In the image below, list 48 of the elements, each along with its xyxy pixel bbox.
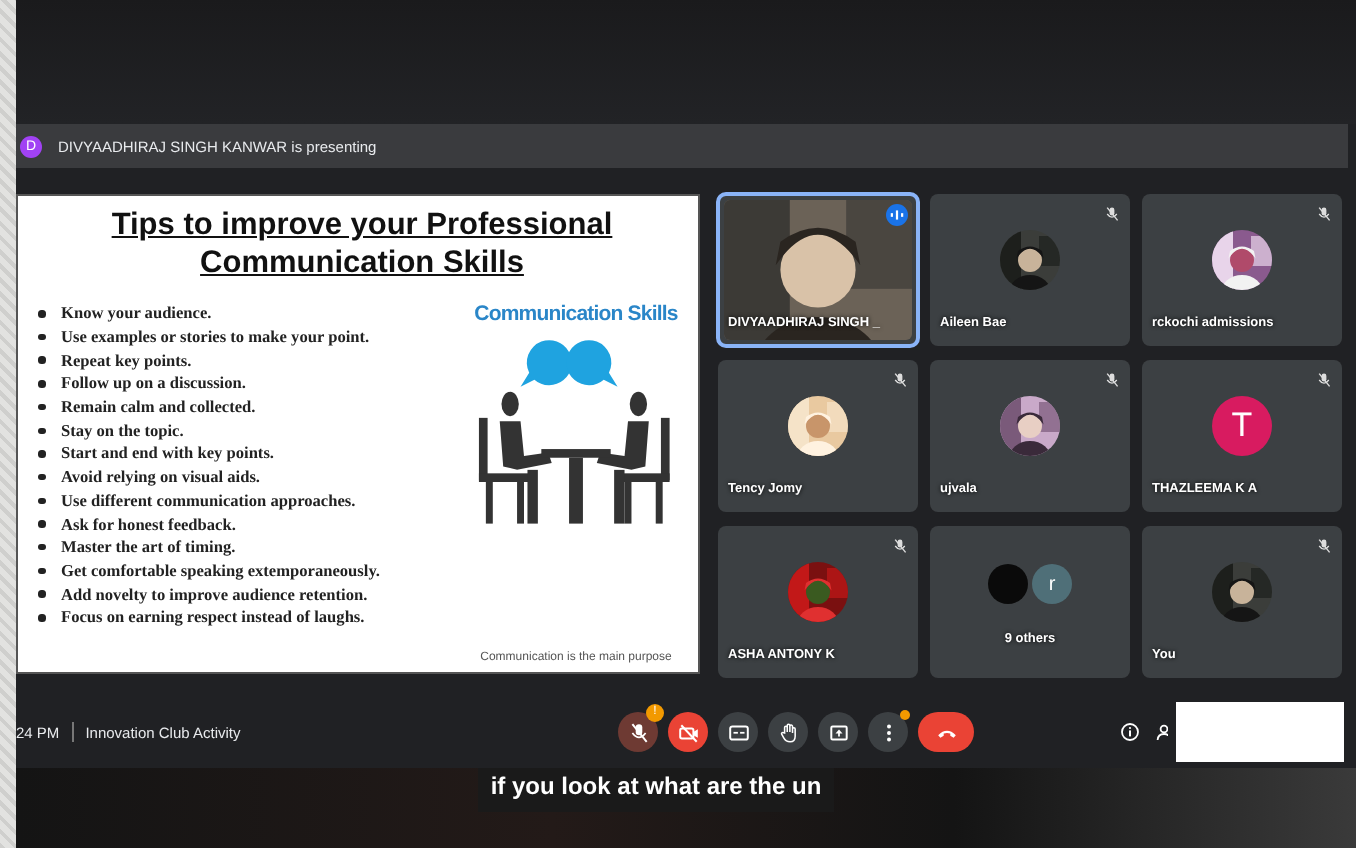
captions-icon: [727, 721, 749, 743]
tip-text: Avoid relying on visual aids.: [61, 468, 261, 487]
bullet-icon: [38, 473, 45, 481]
tip-text: Stay on the topic.: [61, 421, 184, 440]
tip-text: Start and end with key points.: [61, 444, 274, 463]
bullet-icon: [38, 380, 45, 388]
speaking-icon: [886, 204, 908, 226]
bullet-icon: [38, 497, 45, 505]
tip-text: Know your audience.: [61, 304, 212, 323]
raise-hand-button[interactable]: [768, 712, 808, 752]
avatar: T: [1212, 396, 1272, 456]
tip-text: Add novelty to improve audience retention.: [61, 585, 368, 604]
bullet-icon: [38, 403, 45, 411]
tip-text: Remain calm and collected.: [61, 398, 256, 417]
tip-text: Ask for honest feedback.: [61, 515, 236, 534]
bullet-icon: [38, 590, 45, 598]
tip-text: Use different communication approaches.: [61, 491, 356, 510]
avatar: r: [1032, 564, 1072, 604]
bullet-icon: [38, 543, 45, 551]
camera-icon: [677, 721, 699, 743]
bullet-icon: [38, 310, 45, 318]
hand-icon: [777, 721, 799, 743]
camera-button[interactable]: [668, 712, 708, 752]
tip-text: Repeat key points.: [61, 351, 192, 370]
present-button[interactable]: [818, 712, 858, 752]
tip-text: Focus on earning respect instead of laughs.: [61, 608, 365, 627]
graphic-title: Communication Skills: [474, 302, 678, 326]
bullet-icon: [38, 614, 45, 622]
info-icon[interactable]: [1120, 722, 1140, 742]
mic-icon: [627, 721, 649, 743]
tip-text: Use examples or stories to make your point.: [61, 328, 370, 347]
tip-text: Master the art of timing.: [61, 538, 236, 557]
more-options-button[interactable]: [868, 712, 908, 752]
tip-text: Follow up on a discussion.: [61, 374, 246, 393]
bullet-icon: [38, 520, 45, 528]
captions-button[interactable]: [718, 712, 758, 752]
bullet-icon: [38, 567, 45, 575]
live-caption: if you look at what are the un: [478, 768, 834, 812]
slide-title: Tips to improve your Professional Communication Skills: [109, 206, 615, 282]
avatar: [988, 564, 1028, 604]
tip-text: Get comfortable speaking extemporaneously.: [61, 561, 380, 580]
present-icon: [827, 721, 849, 743]
bullet-icon: [38, 356, 45, 364]
bullet-icon: [38, 427, 45, 435]
bullet-icon: [38, 450, 45, 458]
hang-up-button[interactable]: [918, 712, 974, 752]
bullet-icon: [38, 333, 45, 341]
people-icon[interactable]: [1156, 722, 1168, 742]
